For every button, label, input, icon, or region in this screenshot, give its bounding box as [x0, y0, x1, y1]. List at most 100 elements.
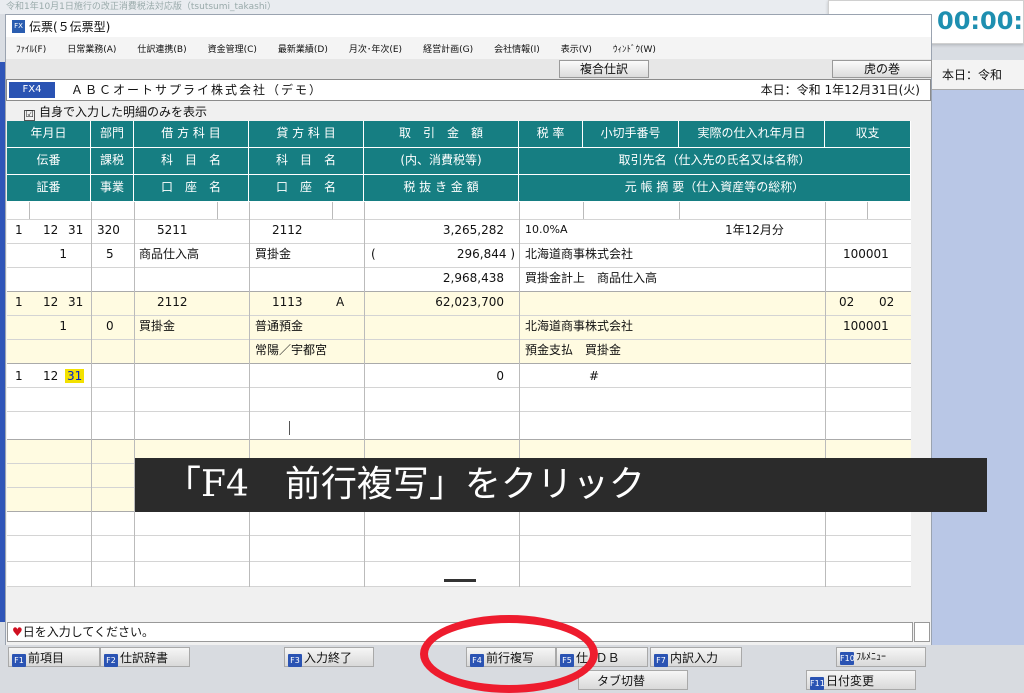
- e1-paren-open: (: [371, 247, 376, 261]
- e2-taxation[interactable]: 0: [106, 315, 114, 337]
- e1-debit-code[interactable]: 5211: [157, 219, 188, 241]
- e2-amount[interactable]: 62,023,700: [364, 291, 504, 313]
- status-message: 日を入力してください。: [22, 625, 155, 639]
- f11-date-change-button[interactable]: F11日付変更: [806, 670, 916, 690]
- fx4-badge: FX4: [9, 82, 55, 98]
- menu-journal-link[interactable]: 仕訳連携(B): [137, 42, 186, 55]
- header-credit-account: 貸 方 科 目: [249, 121, 364, 148]
- background-right-panel: 本日：令和: [930, 60, 1024, 693]
- e2-credit-code[interactable]: 1113: [272, 291, 303, 313]
- heart-icon: ♥: [12, 625, 23, 639]
- e1-debit-name: 商品仕入高: [139, 247, 200, 261]
- e2-partner-code[interactable]: 100001: [843, 315, 889, 337]
- background-today-label: 本日：令和: [930, 60, 1024, 90]
- f1-label: 前項目: [28, 651, 65, 665]
- f3-key-icon: F3: [288, 654, 302, 667]
- e2-income-code-1[interactable]: 02: [839, 291, 854, 313]
- e2-income-code-2[interactable]: 02: [879, 291, 894, 313]
- e1-credit-code[interactable]: 2112: [272, 219, 303, 241]
- header-partner-name: 取引先名（仕入先の氏名又は名称）: [519, 148, 911, 175]
- window-title: 伝票(５伝票型): [29, 19, 111, 34]
- text-caret: [444, 579, 476, 582]
- header-debit-account: 借 方 科 目: [134, 121, 249, 148]
- header-credit-name: 科 目 名: [249, 148, 364, 175]
- header-ledger-memo: 元 帳 摘 要（仕入資産等の総称）: [519, 175, 911, 202]
- e1-partner-code[interactable]: 100001: [843, 243, 889, 265]
- e2-month[interactable]: 12: [43, 291, 58, 313]
- e1-partner[interactable]: 北海道商事株式会社: [525, 243, 633, 265]
- e1-tax-amount[interactable]: 296,844 ): [387, 243, 515, 265]
- filter-label: 自身で入力した明細のみを表示: [39, 105, 208, 119]
- e3-check-number[interactable]: #: [589, 365, 599, 387]
- f7-key-icon: F7: [654, 654, 668, 667]
- e2-memo[interactable]: 預金支払 買掛金: [525, 339, 621, 361]
- e3-year[interactable]: 1: [15, 365, 23, 387]
- menu-file[interactable]: ﾌｧｲﾙ(F): [16, 42, 46, 55]
- header-transaction-amount: 取 引 金 額: [364, 121, 519, 148]
- menu-plan[interactable]: 経営計画(G): [423, 42, 473, 55]
- e1-net-amount[interactable]: 2,968,438: [364, 267, 504, 289]
- tab-switch-button[interactable]: タブ切替: [578, 670, 688, 690]
- recording-timer: 00:00:0: [937, 7, 1024, 35]
- e2-partner[interactable]: 北海道商事株式会社: [525, 315, 633, 337]
- menu-window[interactable]: ｳｨﾝﾄﾞｳ(W): [613, 42, 656, 55]
- blank-key: [190, 647, 280, 667]
- checkbox-icon[interactable]: ☑: [24, 110, 35, 121]
- e1-purchase-period[interactable]: 1年12月分: [725, 219, 784, 241]
- e1-department[interactable]: 320: [97, 219, 120, 241]
- header-department: 部門: [91, 121, 134, 148]
- tutorial-caption: 「F4 前行複写」をクリック: [135, 458, 987, 512]
- e3-day-input[interactable]: 31: [65, 369, 85, 383]
- header-taxation: 課税: [91, 148, 134, 175]
- e1-tax-rate[interactable]: 10.0%A: [525, 219, 567, 241]
- menu-monthly-yearly[interactable]: 月次･年次(E): [349, 42, 402, 55]
- e2-day[interactable]: 31: [68, 291, 83, 313]
- header-debit-name: 科 目 名: [134, 148, 249, 175]
- header-actual-purchase-date: 実際の仕入れ年月日: [679, 121, 825, 148]
- e2-credit-flag: A: [336, 295, 345, 309]
- own-entries-filter[interactable]: ☑ 自身で入力した明細のみを表示: [6, 101, 931, 123]
- e2-year[interactable]: 1: [15, 291, 23, 313]
- compound-journal-button[interactable]: 複合仕訳: [559, 60, 649, 78]
- f2-journal-dictionary-button[interactable]: F2 仕訳辞書: [100, 647, 190, 667]
- f3-label: 入力終了: [304, 651, 353, 665]
- e2-credit-name: 普通預金: [255, 319, 304, 333]
- status-side-box: [914, 622, 930, 642]
- f7-breakdown-input-button[interactable]: F7 内訳入力: [650, 647, 742, 667]
- f10-full-menu-button[interactable]: F10ﾌﾙﾒﾆｭｰ: [836, 647, 926, 667]
- tora-no-maki-button[interactable]: 虎の巻: [832, 60, 932, 78]
- e1-memo[interactable]: 買掛金計上 商品仕入高: [525, 267, 657, 289]
- e1-day[interactable]: 31: [68, 219, 83, 241]
- toolbar: 複合仕訳 虎の巻: [6, 59, 932, 79]
- header-tax-included: (内、消費税等): [364, 148, 519, 175]
- f10-label: ﾌﾙﾒﾆｭｰ: [856, 652, 886, 663]
- f3-end-input-button[interactable]: F3 入力終了: [284, 647, 374, 667]
- menu-funds[interactable]: 資金管理(C): [208, 42, 257, 55]
- e1-credit-name: 買掛金: [255, 247, 292, 261]
- e3-month[interactable]: 12: [43, 365, 58, 387]
- header-voucher-no: 伝番: [7, 148, 91, 175]
- f11-label: 日付変更: [826, 674, 875, 688]
- e1-amount[interactable]: 3,265,282: [364, 219, 504, 241]
- f2-key-icon: F2: [104, 654, 118, 667]
- menu-view[interactable]: 表示(V): [561, 42, 592, 55]
- header-income-expense: 収支: [825, 121, 911, 148]
- header-receipt-no: 証番: [7, 175, 91, 202]
- header-business: 事業: [91, 175, 134, 202]
- menu-company[interactable]: 会社情報(I): [494, 42, 540, 55]
- menu-daily[interactable]: 日常業務(A): [67, 42, 116, 55]
- header-debit-account-sub: 口 座 名: [134, 175, 249, 202]
- header-check-number: 小切手番号: [583, 121, 679, 148]
- e1-voucher-no[interactable]: 1: [37, 243, 67, 265]
- e1-month[interactable]: 12: [43, 219, 58, 241]
- e1-taxation[interactable]: 5: [106, 243, 114, 265]
- e3-amount[interactable]: 0: [364, 365, 504, 387]
- e2-debit-name: 買掛金: [139, 319, 176, 333]
- f11-key-icon: F11: [810, 677, 825, 690]
- f1-prev-field-button[interactable]: F1 前項目: [8, 647, 100, 667]
- e2-voucher-no[interactable]: 1: [37, 315, 67, 337]
- e2-debit-code[interactable]: 2112: [157, 291, 188, 313]
- company-name: ＡＢＣオートサプライ株式会社（デモ）: [71, 83, 324, 97]
- e1-year[interactable]: 1: [15, 219, 23, 241]
- menu-performance[interactable]: 最新業績(D): [278, 42, 328, 55]
